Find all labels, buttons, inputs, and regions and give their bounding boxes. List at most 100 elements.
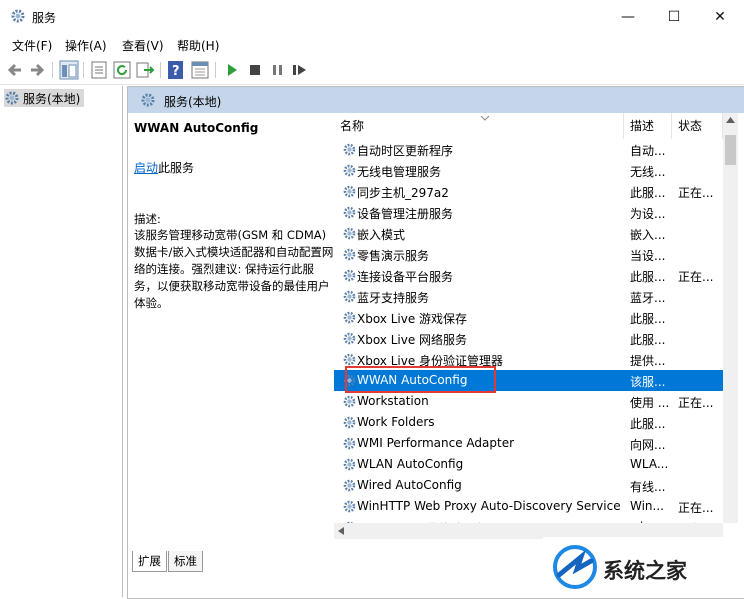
service-row[interactable]: Xbox Live 网络服务 此服... [334,328,723,349]
tab-standard[interactable]: 标准 [168,551,203,572]
service-gear-icon [342,478,357,493]
refresh-icon[interactable] [112,60,132,80]
column-header-status[interactable]: 状态 [672,113,723,139]
service-gear-icon [342,352,357,367]
service-row[interactable]: WMI Performance Adapter 向网... [334,433,723,454]
export-icon[interactable] [135,60,155,80]
sort-chevron-icon [480,115,490,121]
service-gear-icon [342,268,357,283]
service-row[interactable]: Workstation 使用 ... 正在... [334,391,723,412]
column-header-desc[interactable]: 描述 [624,113,672,139]
services-panel: 服务(本地) WWAN AutoConfig 启动此服务 描述: 该服务管理移动… [127,86,744,599]
service-row[interactable]: WinHTTP Web Proxy Auto-Discovery Service… [334,496,723,517]
vertical-scroll-thumb[interactable] [725,135,736,165]
service-gear-icon [342,499,357,514]
service-row[interactable]: Xbox Live 游戏保存 此服... [334,307,723,328]
service-desc: 当设... [630,249,666,263]
svg-text:?: ? [172,64,180,79]
menu-action[interactable]: 操作(A) [65,37,107,54]
service-row[interactable]: 自动时区更新程序 自动... [334,139,723,160]
service-row[interactable]: 蓝牙支持服务 蓝牙... [334,286,723,307]
highlight-box [345,366,496,393]
services-gear-icon [11,9,25,23]
tree-pane: 服务(本地) [0,86,123,597]
service-row[interactable]: 嵌入模式 嵌入... [334,223,723,244]
service-gear-icon [342,436,357,451]
watermark-text: 系统之家 [603,559,687,583]
tree-item-label: 服务(本地) [23,91,81,106]
tab-extended[interactable]: 扩展 [132,551,167,572]
menu-view[interactable]: 查看(V) [122,37,164,54]
tree-item-services-local[interactable]: 服务(本地) [4,89,85,107]
back-icon[interactable] [5,60,25,80]
menu-help[interactable]: 帮助(H) [177,37,219,54]
service-row[interactable]: Wired AutoConfig 有线... [334,475,723,496]
site-logo-icon [553,545,597,589]
menu-file[interactable]: 文件(F) [12,37,52,54]
services-gear-icon [141,93,155,107]
service-desc: 此服... [630,270,666,284]
service-desc: Win... [630,499,664,513]
service-desc: 该服... [630,375,666,389]
service-name: Xbox Live 游戏保存 [357,312,468,326]
service-gear-icon [342,310,357,325]
view-icon[interactable] [190,60,210,80]
column-header-name-label: 名称 [340,119,365,133]
start-service-link[interactable]: 启动 [134,161,158,175]
service-desc: 向网... [630,438,666,452]
service-name: Workstation [357,394,429,408]
service-row[interactable]: 设备管理注册服务 为设... [334,202,723,223]
service-name: WMI Performance Adapter [357,436,515,450]
start-icon[interactable] [222,60,242,80]
toolbar-separator [215,62,216,78]
service-row[interactable]: Work Folders 此服... [334,412,723,433]
show-tree-icon[interactable] [59,60,79,80]
service-row[interactable]: 连接设备平台服务 此服... 正在... [334,265,723,286]
service-name: WinHTTP Web Proxy Auto-Discovery Service [357,499,621,513]
services-list: 名称 描述 状态 自动时区更新程序 自动... 无线电管理服务 无线... 同步主机_2… [334,113,723,523]
scroll-up-icon[interactable] [726,117,735,123]
service-gear-icon [342,184,357,199]
service-gear-icon [342,226,357,241]
service-desc: 为设... [630,207,666,221]
window-title: 服务 [32,11,57,25]
minimize-button[interactable]: — [605,0,651,34]
help-icon[interactable]: ? [166,60,186,80]
column-header-name[interactable]: 名称 [334,113,624,139]
close-button[interactable]: ✕ [697,0,743,34]
restart-icon[interactable] [290,60,310,80]
forward-icon[interactable] [27,60,47,80]
service-desc: 嵌入... [630,228,666,242]
service-row[interactable]: 无线电管理服务 无线... [334,160,723,181]
service-gear-icon [342,247,357,262]
service-desc: 无线... [630,165,666,179]
pause-icon[interactable] [268,60,288,80]
service-name: 无线电管理服务 [357,165,442,179]
maximize-button[interactable]: ☐ [651,0,697,34]
service-gear-icon [342,331,357,346]
menu-bar: 文件(F) 操作(A) 查看(V) 帮助(H) [0,34,744,56]
service-name: 零售演示服务 [357,249,430,263]
toolbar-separator [160,62,161,78]
selected-service-name: WWAN AutoConfig [134,121,259,135]
toolbar-separator [52,62,53,78]
service-desc: 蓝牙... [630,291,666,305]
service-row[interactable]: 零售演示服务 当设... [334,244,723,265]
service-desc: 此服... [630,333,666,347]
service-row[interactable]: 同步主机_297a2 此服... 正在... [334,181,723,202]
service-gear-icon [342,163,357,178]
description-label: 描述: [134,212,161,226]
toolbar: ? [0,56,744,85]
panel-header-title: 服务(本地) [164,95,222,109]
service-row[interactable]: WLAN AutoConfig WLA... [334,454,723,475]
service-desc: 有线... [630,480,666,494]
panel-header: 服务(本地) [128,87,744,113]
stop-icon[interactable] [245,60,265,80]
service-name: Wired AutoConfig [357,478,462,492]
vertical-scrollbar[interactable] [723,113,738,523]
service-gear-icon [342,205,357,220]
properties-icon[interactable] [89,60,109,80]
scroll-left-icon[interactable] [338,527,344,535]
service-desc: 自动... [630,144,666,158]
service-name: 嵌入模式 [357,228,406,242]
